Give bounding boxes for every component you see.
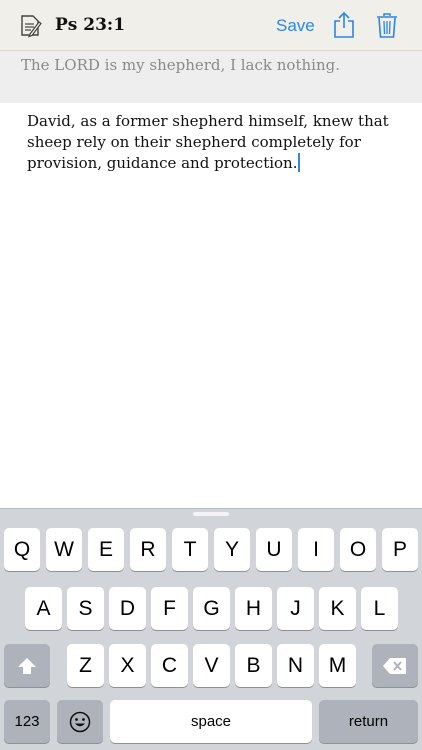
shift-icon bbox=[18, 657, 36, 674]
text-cursor bbox=[298, 153, 300, 172]
key-c[interactable]: C bbox=[151, 644, 188, 687]
key-b[interactable]: B bbox=[235, 644, 272, 687]
key-u[interactable]: U bbox=[256, 528, 292, 571]
key-l[interactable]: L bbox=[361, 587, 398, 630]
navigation-bar: Ps 23:1 Save bbox=[0, 0, 422, 51]
numbers-key[interactable]: 123 bbox=[4, 700, 50, 743]
key-z[interactable]: Z bbox=[67, 644, 104, 687]
shift-key[interactable] bbox=[4, 644, 50, 687]
key-i[interactable]: I bbox=[298, 528, 334, 571]
backspace-key[interactable] bbox=[372, 644, 418, 687]
key-a[interactable]: A bbox=[25, 587, 62, 630]
keyboard-grabber[interactable] bbox=[193, 512, 229, 516]
emoji-icon bbox=[69, 711, 91, 732]
share-icon[interactable] bbox=[332, 11, 356, 39]
key-p[interactable]: P bbox=[382, 528, 418, 571]
key-x[interactable]: X bbox=[109, 644, 146, 687]
trash-icon[interactable] bbox=[376, 12, 398, 38]
key-k[interactable]: K bbox=[319, 587, 356, 630]
key-w[interactable]: W bbox=[46, 528, 82, 571]
key-j[interactable]: J bbox=[277, 587, 314, 630]
key-s[interactable]: S bbox=[67, 587, 104, 630]
note-text[interactable]: David, as a former shepherd himself, kne… bbox=[27, 111, 407, 174]
verse-banner: The LORD is my shepherd, I lack nothing. bbox=[0, 51, 422, 103]
page-title: Ps 23:1 bbox=[55, 15, 126, 35]
backspace-icon bbox=[383, 657, 406, 674]
key-r[interactable]: R bbox=[130, 528, 166, 571]
key-v[interactable]: V bbox=[193, 644, 230, 687]
note-editor[interactable]: David, as a former shepherd himself, kne… bbox=[0, 103, 422, 508]
note-body: David, as a former shepherd himself, kne… bbox=[27, 112, 394, 172]
emoji-key[interactable] bbox=[57, 700, 103, 743]
return-key[interactable]: return bbox=[319, 700, 418, 743]
key-f[interactable]: F bbox=[151, 587, 188, 630]
note-pencil-icon bbox=[21, 15, 42, 38]
verse-text: The LORD is my shepherd, I lack nothing. bbox=[21, 56, 340, 74]
key-n[interactable]: N bbox=[277, 644, 314, 687]
key-q[interactable]: Q bbox=[4, 528, 40, 571]
key-g[interactable]: G bbox=[193, 587, 230, 630]
key-t[interactable]: T bbox=[172, 528, 208, 571]
keyboard: Q W E R T Y U I O P A S D F G H J K L Z … bbox=[0, 508, 422, 750]
key-o[interactable]: O bbox=[340, 528, 376, 571]
key-d[interactable]: D bbox=[109, 587, 146, 630]
key-y[interactable]: Y bbox=[214, 528, 250, 571]
space-key[interactable]: space bbox=[110, 700, 312, 743]
key-h[interactable]: H bbox=[235, 587, 272, 630]
save-button[interactable]: Save bbox=[276, 0, 315, 51]
key-e[interactable]: E bbox=[88, 528, 124, 571]
key-m[interactable]: M bbox=[319, 644, 356, 687]
